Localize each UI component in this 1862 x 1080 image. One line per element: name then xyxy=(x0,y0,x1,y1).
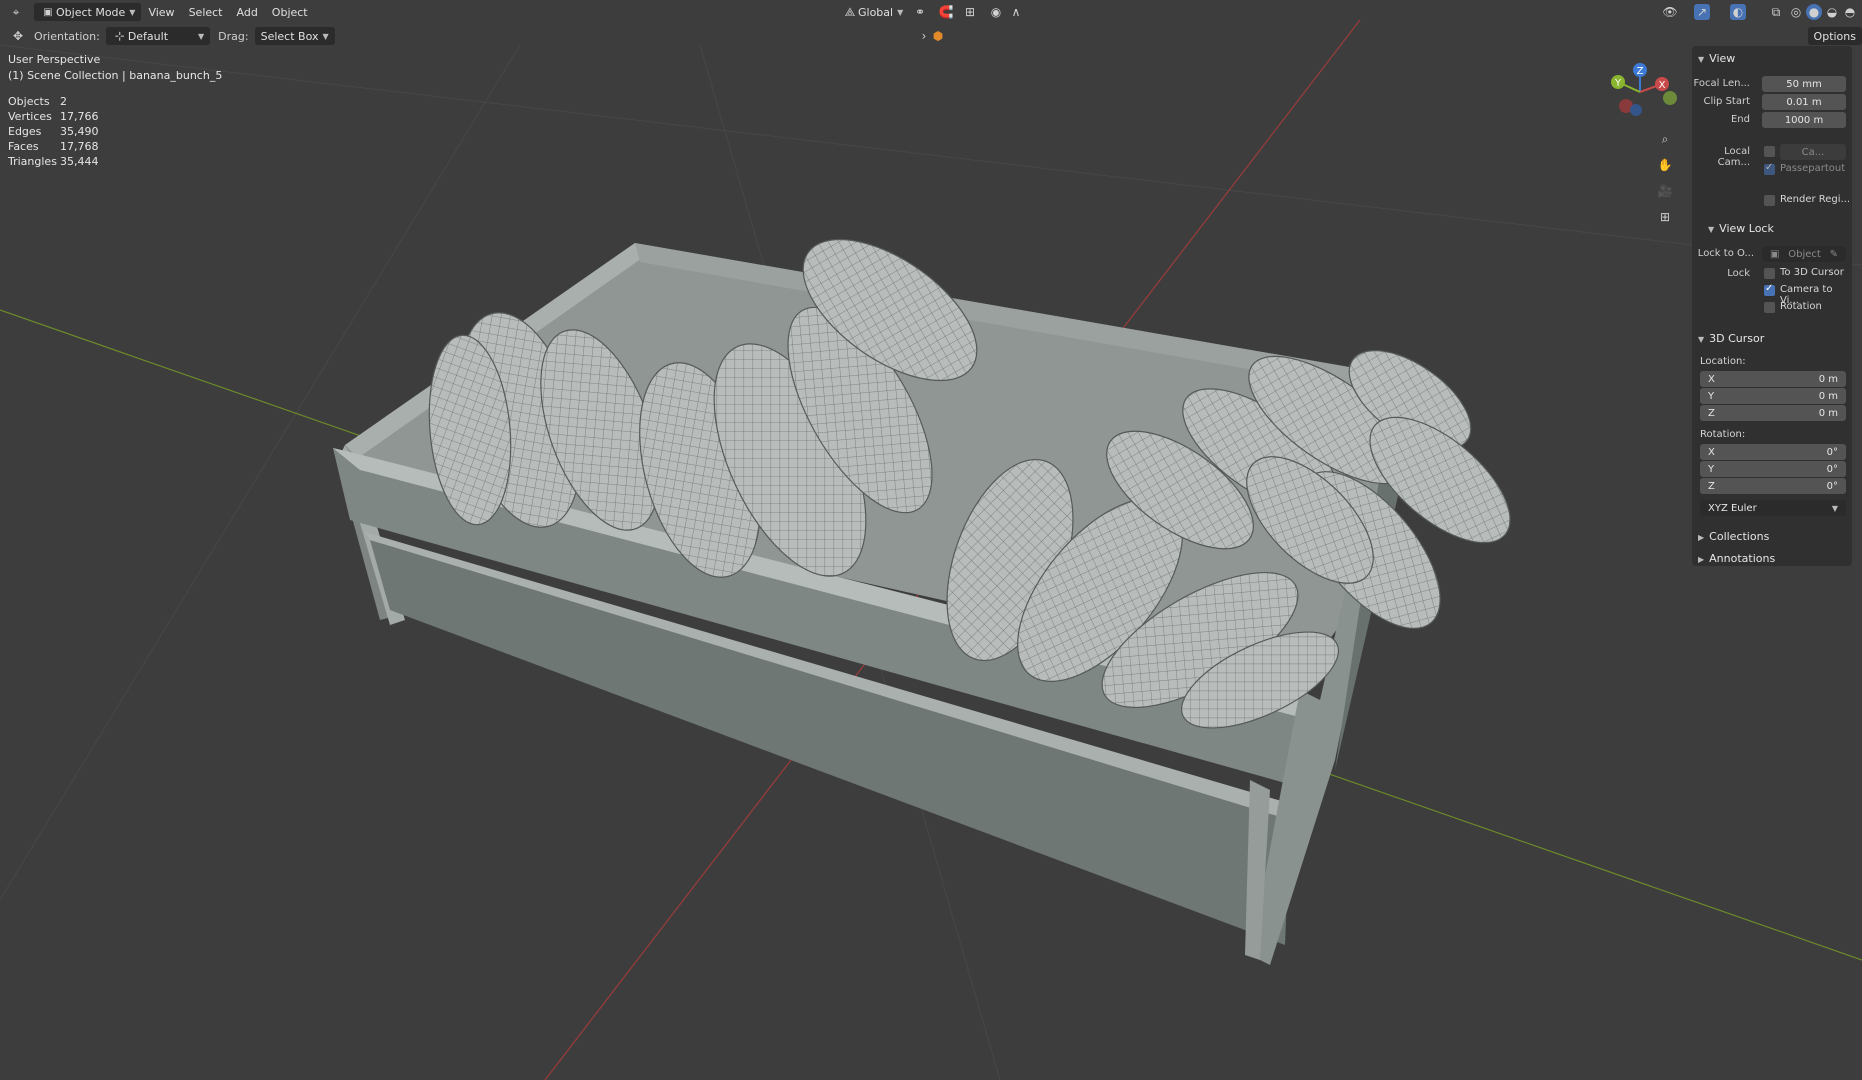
menu-select[interactable]: Select xyxy=(182,6,230,19)
falloff-icon[interactable]: ∧ xyxy=(1008,4,1024,20)
camera-to-view-checkbox[interactable] xyxy=(1764,283,1775,296)
proportional-edit-icon[interactable]: ◉ xyxy=(988,4,1004,20)
object-mode-icon: ▣ xyxy=(43,6,53,18)
material-shading-icon[interactable]: ◒ xyxy=(1824,4,1840,20)
solid-shading-icon[interactable]: ● xyxy=(1806,4,1822,20)
transform-orientation-dropdown[interactable]: ⟁ Global ▼ xyxy=(836,3,909,21)
overlay-toggle-icon[interactable]: ◐ xyxy=(1730,4,1746,20)
visibility-icon[interactable]: 👁 xyxy=(1662,4,1678,20)
asset-shelf-icon[interactable]: ⬢ xyxy=(930,28,946,44)
render-region-checkbox[interactable] xyxy=(1764,195,1775,206)
camera-view-icon[interactable]: 🎥 xyxy=(1654,180,1676,202)
clip-start-field[interactable]: 0.01 m xyxy=(1762,94,1846,110)
pivot-icon[interactable]: ⚭ xyxy=(912,4,928,20)
scene-statistics: Objects 2 Vertices 17,766 Edges 35,490 Face… xyxy=(8,94,99,169)
section-annotations[interactable]: ▶ Annotations xyxy=(1698,552,1775,565)
chevron-down-icon: ▼ xyxy=(1698,55,1705,64)
drag-dropdown[interactable]: Select Box ▼ xyxy=(254,27,335,45)
svg-text:Y: Y xyxy=(1614,78,1622,89)
cursor-rotation-y[interactable]: Y 0° xyxy=(1700,461,1846,477)
local-camera-checkbox[interactable] xyxy=(1764,146,1775,157)
focal-length-field[interactable]: 50 mm xyxy=(1762,76,1846,92)
lock-to-cursor-checkbox[interactable] xyxy=(1764,268,1775,279)
section-collections[interactable]: ▶ Collections xyxy=(1698,530,1769,543)
chevron-down-icon: ▼ xyxy=(1698,335,1705,344)
stat-objects: Objects 2 xyxy=(8,95,67,108)
pan-hand-icon[interactable]: ✋ xyxy=(1654,154,1676,176)
perspective-label: User Perspective xyxy=(8,53,101,66)
navigation-gizmo[interactable]: Z X Y xyxy=(1600,58,1680,124)
object-icon: ▣ xyxy=(1770,248,1780,260)
zoom-icon[interactable]: ⌕ xyxy=(1654,128,1676,150)
rendered-shading-icon[interactable]: ◓ xyxy=(1842,4,1858,20)
perspective-toggle-icon[interactable]: ⊞ xyxy=(1654,206,1676,228)
orientation-axis-icon: ⊹ xyxy=(114,29,125,43)
chevron-right-icon: ▶ xyxy=(1698,555,1705,564)
cursor-location-y[interactable]: Y0 m xyxy=(1700,388,1846,404)
tool-header: ✥ Orientation: ⊹ Default ▼ Drag: Select B… xyxy=(0,24,1862,48)
section-view-lock[interactable]: ▼ View Lock xyxy=(1708,222,1774,235)
section-3d-cursor[interactable]: ▼ 3D Cursor xyxy=(1698,332,1764,345)
collection-label: (1) Scene Collection | banana_bunch_5 xyxy=(8,69,223,82)
cursor-rotation-x[interactable]: X 0° xyxy=(1700,444,1846,460)
lock-rotation-checkbox[interactable] xyxy=(1764,302,1775,313)
chevron-down-icon: ▼ xyxy=(897,7,904,17)
snap-target-icon[interactable]: ⊞ xyxy=(962,4,978,20)
chevron-down-icon: ▼ xyxy=(198,31,205,41)
cursor-rotation-z[interactable]: Z 0° xyxy=(1700,478,1846,494)
svg-text:Z: Z xyxy=(1637,66,1644,77)
clip-end-field[interactable]: 1000 m xyxy=(1762,112,1846,128)
viewport-header: ⌖ ▣ Object Mode ▼ View Select Add Object … xyxy=(0,0,1862,24)
stat-edges: Edges 35,490 xyxy=(8,125,99,138)
menu-view[interactable]: View xyxy=(141,6,181,19)
cursor-location-z[interactable]: Z0 m xyxy=(1700,405,1846,421)
orientation-dropdown[interactable]: ⊹ Default ▼ xyxy=(105,27,211,45)
section-view[interactable]: ▼ View xyxy=(1698,52,1735,65)
chevron-down-icon: ▼ xyxy=(1831,503,1838,513)
mode-dropdown[interactable]: ▣ Object Mode ▼ xyxy=(34,3,142,21)
menu-add[interactable]: Add xyxy=(230,6,265,19)
move-tool-icon[interactable]: ✥ xyxy=(10,28,26,44)
cursor-location-x[interactable]: X0 m xyxy=(1700,371,1846,387)
chevron-down-icon: ▼ xyxy=(129,7,136,17)
passepartout-checkbox[interactable] xyxy=(1764,162,1775,175)
menu-object[interactable]: Object xyxy=(265,6,315,19)
chevron-right-icon: ▶ xyxy=(1698,533,1705,542)
3d-viewport[interactable] xyxy=(0,0,1862,1080)
chevron-down-icon: ▼ xyxy=(322,31,329,41)
stat-faces: Faces 17,768 xyxy=(8,140,99,153)
options-button[interactable]: Options xyxy=(1807,27,1862,45)
sidebar-n-panel: ▼ View Focal Len... 50 mm Clip Start 0.01… xyxy=(1692,46,1852,566)
editor-type-icon[interactable]: ⌖ xyxy=(8,4,24,20)
orientation-icon: ⟁ xyxy=(844,4,856,19)
svg-text:X: X xyxy=(1659,80,1666,91)
stat-vertices: Vertices 17,766 xyxy=(8,110,99,123)
rotation-mode-dropdown[interactable]: XYZ Euler ▼ xyxy=(1700,500,1846,516)
lock-to-object-field[interactable]: ▣ Object ✎ xyxy=(1762,246,1846,262)
local-camera-field[interactable]: Ca... xyxy=(1780,144,1846,160)
eyedropper-icon[interactable]: ✎ xyxy=(1830,249,1838,260)
gizmo-toggle-icon[interactable]: ↗ xyxy=(1694,4,1710,20)
chevron-down-icon: ▼ xyxy=(1708,225,1715,234)
xray-icon[interactable]: ⧉ xyxy=(1768,4,1784,20)
wireframe-shading-icon[interactable]: ◎ xyxy=(1788,4,1804,20)
snap-icon[interactable]: 🧲 xyxy=(938,4,954,20)
stat-triangles: Triangles 35,444 xyxy=(8,155,99,168)
